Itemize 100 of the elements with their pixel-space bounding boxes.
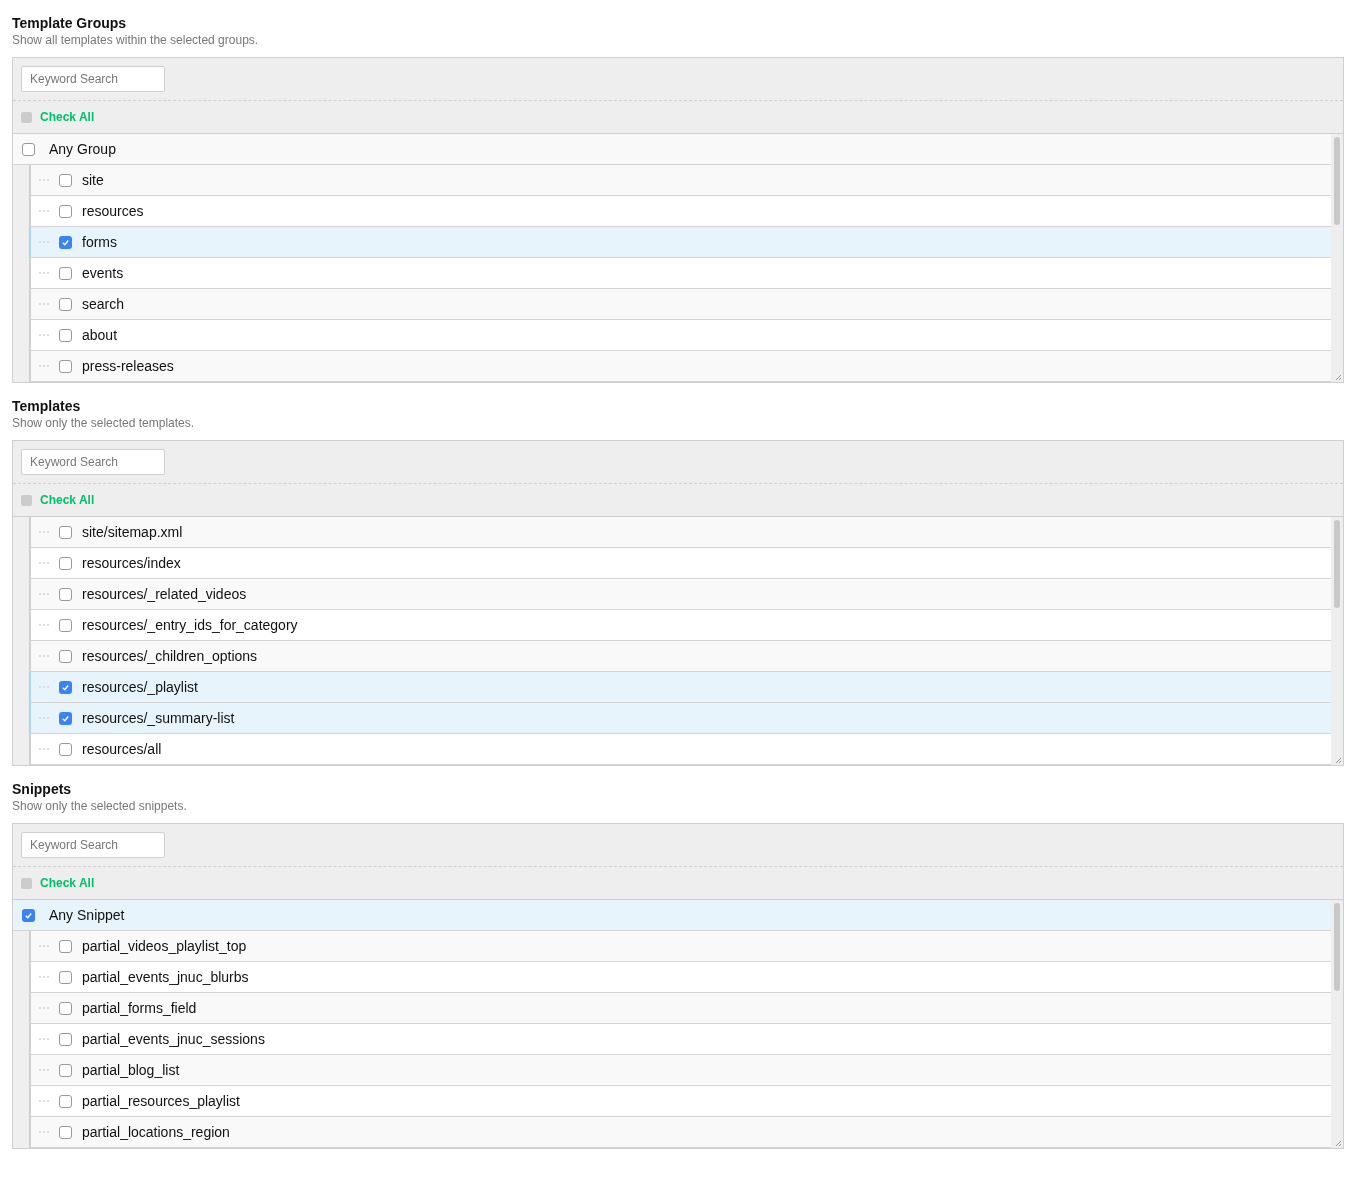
row-label: partial_resources_playlist — [82, 1091, 240, 1111]
section-description: Show all templates within the selected groups. — [12, 32, 260, 48]
checkbox[interactable] — [59, 1125, 72, 1139]
row-label: partial_locations_region — [82, 1122, 230, 1142]
row-label: resources/_entry_ids_for_category — [82, 615, 298, 635]
list-row[interactable]: partial_events_jnuc_sessions — [29, 1024, 1331, 1055]
checkbox[interactable] — [59, 204, 72, 218]
checkbox[interactable] — [59, 649, 72, 663]
list-row[interactable]: resources/_children_options — [29, 641, 1331, 672]
list-row[interactable]: partial_videos_playlist_top — [29, 931, 1331, 962]
list-row[interactable]: resources/_playlist — [29, 672, 1331, 703]
list-row[interactable]: partial_forms_field — [29, 993, 1331, 1024]
drag-handle-icon — [39, 333, 49, 337]
check-all-checkbox[interactable] — [21, 494, 32, 506]
checkbox[interactable] — [59, 328, 72, 342]
scrollbar[interactable] — [1331, 517, 1343, 765]
row-label: press-releases — [82, 356, 174, 376]
list-row[interactable]: forms — [29, 227, 1331, 258]
drag-handle-icon — [39, 209, 49, 213]
row-label: resources/_summary-list — [82, 708, 235, 728]
section-title: Snippets — [12, 780, 73, 798]
drag-handle-icon — [39, 623, 49, 627]
row-label: partial_videos_playlist_top — [82, 936, 247, 956]
section-description: Show only the selected snippets. — [12, 798, 188, 814]
checkbox[interactable] — [59, 970, 72, 984]
resize-grip-icon — [1333, 755, 1342, 764]
list-row[interactable]: partial_events_jnuc_blurbs — [29, 962, 1331, 993]
row-label: search — [82, 294, 125, 314]
row-label: resources/_related_videos — [82, 584, 247, 604]
checkbox[interactable] — [59, 1032, 72, 1046]
checkbox[interactable] — [59, 680, 72, 694]
checkbox[interactable] — [59, 618, 72, 632]
list-row[interactable]: resources/_related_videos — [29, 579, 1331, 610]
checkbox[interactable] — [59, 1094, 72, 1108]
checkbox[interactable] — [59, 359, 72, 373]
row-label: site/sitemap.xml — [82, 522, 183, 542]
checkbox[interactable] — [59, 556, 72, 570]
search-field[interactable]: Keyword Search — [21, 449, 165, 475]
checkbox[interactable] — [59, 1001, 72, 1015]
checkbox[interactable] — [59, 173, 72, 187]
checkbox[interactable] — [59, 711, 72, 725]
list-row[interactable]: about — [29, 320, 1331, 351]
row-label: resources/_playlist — [82, 677, 198, 697]
checkbox[interactable] — [22, 908, 35, 922]
list-row[interactable]: partial_resources_playlist — [29, 1086, 1331, 1117]
row-label: events — [82, 263, 124, 283]
section-description: Show only the selected templates. — [12, 415, 196, 431]
search-field[interactable]: Keyword Search — [21, 66, 165, 92]
list-row[interactable]: site/sitemap.xml — [29, 517, 1331, 548]
search-field[interactable]: Keyword Search — [21, 832, 165, 858]
drag-handle-icon — [39, 1037, 49, 1041]
scrollbar[interactable] — [1331, 134, 1343, 382]
row-label: resources/all — [82, 739, 162, 759]
section-title: Templates — [12, 397, 82, 415]
list-row[interactable]: site — [29, 165, 1331, 196]
check-all-checkbox[interactable] — [21, 111, 32, 123]
checkbox[interactable] — [59, 939, 72, 953]
row-label: partial_events_jnuc_blurbs — [82, 967, 249, 987]
checkbox[interactable] — [59, 587, 72, 601]
checkbox[interactable] — [59, 235, 72, 249]
row-label: Any Snippet — [49, 905, 125, 925]
list-row[interactable]: resources/index — [29, 548, 1331, 579]
row-label: resources/index — [82, 553, 181, 573]
row-label: Any Group — [49, 139, 116, 159]
drag-handle-icon — [39, 561, 49, 565]
checkmark-icon — [61, 682, 70, 692]
list-row[interactable]: resources/_entry_ids_for_category — [29, 610, 1331, 641]
resize-grip-icon — [1333, 1138, 1342, 1147]
checkmark-icon — [61, 237, 70, 247]
checkmark-icon — [61, 713, 70, 723]
list-row[interactable]: resources/all — [29, 734, 1331, 765]
checkbox[interactable] — [59, 525, 72, 539]
drag-handle-icon — [39, 1099, 49, 1103]
checkbox[interactable] — [59, 297, 72, 311]
row-label: resources — [82, 201, 144, 221]
list-row[interactable]: partial_blog_list — [29, 1055, 1331, 1086]
checkbox[interactable] — [59, 1063, 72, 1077]
row-label: partial_forms_field — [82, 998, 197, 1018]
list-row[interactable]: press-releases — [29, 351, 1331, 382]
checkbox[interactable] — [22, 142, 35, 156]
row-label: site — [82, 170, 104, 190]
resize-grip-icon — [1333, 372, 1342, 381]
row-label: resources/_children_options — [82, 646, 258, 666]
list-row[interactable]: Any Group — [13, 134, 1331, 165]
list-row[interactable]: resources/_summary-list — [29, 703, 1331, 734]
list-row[interactable]: events — [29, 258, 1331, 289]
section-title: Template Groups — [12, 14, 128, 32]
drag-handle-icon — [39, 747, 49, 751]
scrollbar[interactable] — [1331, 900, 1343, 1148]
list-row[interactable]: resources — [29, 196, 1331, 227]
checkbox[interactable] — [59, 742, 72, 756]
row-label: partial_events_jnuc_sessions — [82, 1029, 265, 1049]
checkbox[interactable] — [59, 266, 72, 280]
drag-handle-icon — [39, 271, 49, 275]
list-row[interactable]: search — [29, 289, 1331, 320]
list-row[interactable]: Any Snippet — [13, 900, 1331, 931]
row-label: forms — [82, 232, 117, 252]
check-all-checkbox[interactable] — [21, 877, 32, 889]
list-row[interactable]: partial_locations_region — [29, 1117, 1331, 1148]
drag-handle-icon — [39, 975, 49, 979]
